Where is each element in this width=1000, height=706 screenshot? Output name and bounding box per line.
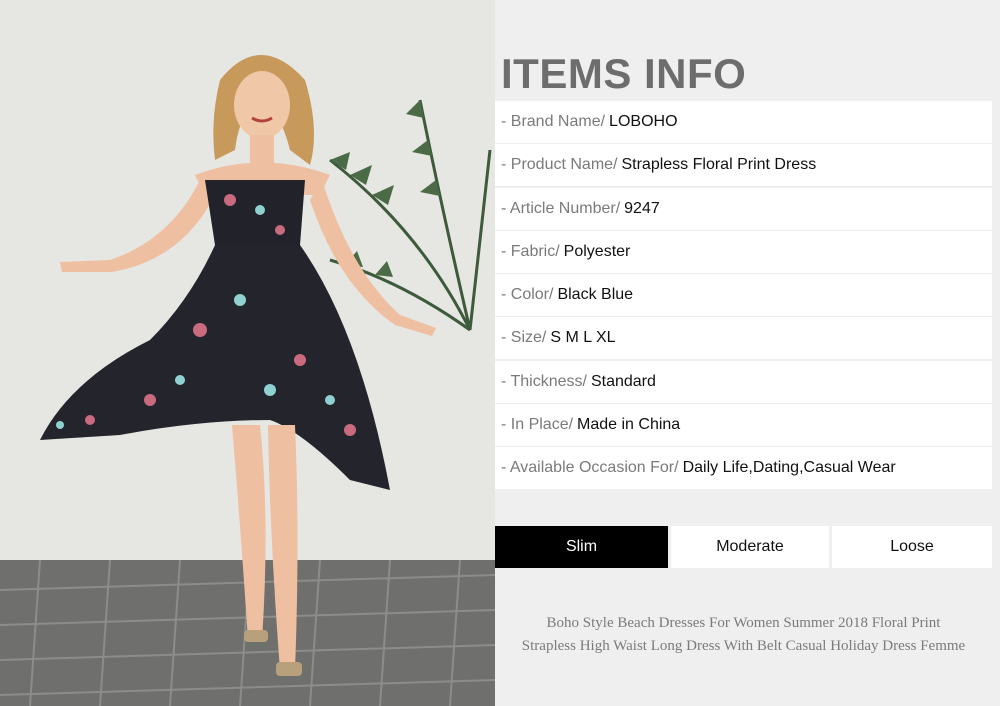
product-photo bbox=[0, 0, 495, 706]
fit-option-slim[interactable]: Slim bbox=[495, 526, 668, 568]
product-description: Boho Style Beach Dresses For Women Summe… bbox=[495, 612, 992, 658]
attributes-list: - Brand Name/LOBOHO - Product Name/Strap… bbox=[495, 101, 992, 491]
attribute-label: - Article Number/ bbox=[501, 199, 621, 217]
attribute-row: - Product Name/Strapless Floral Print Dr… bbox=[495, 144, 992, 187]
attribute-value: Made in China bbox=[577, 416, 681, 434]
attribute-row: - Color/Black Blue bbox=[495, 274, 992, 317]
attribute-value: Standard bbox=[590, 372, 656, 390]
attribute-value: Daily Life,Dating,Casual Wear bbox=[682, 459, 896, 477]
fit-option-loose[interactable]: Loose bbox=[832, 526, 992, 568]
attribute-value: LOBOHO bbox=[609, 113, 678, 130]
attribute-row: - In Place/Made in China bbox=[495, 404, 992, 447]
attribute-label: - In Place/ bbox=[501, 416, 574, 434]
description-line: Boho Style Beach Dresses For Women Summe… bbox=[546, 615, 941, 631]
model-illustration bbox=[0, 0, 495, 706]
fit-option-moderate[interactable]: Moderate bbox=[671, 526, 829, 568]
attribute-row: - Size/S M L XL bbox=[495, 317, 992, 360]
attribute-value: 9247 bbox=[624, 199, 660, 217]
attribute-value: Polyester bbox=[563, 242, 631, 260]
attribute-value: S M L XL bbox=[550, 329, 616, 347]
items-info-panel: ITEMS INFO - Brand Name/LOBOHO - Product… bbox=[495, 0, 1000, 706]
fit-selector: Slim Moderate Loose bbox=[495, 526, 992, 568]
attribute-label: - Thickness/ bbox=[501, 372, 587, 390]
attribute-label: - Available Occasion For/ bbox=[501, 459, 679, 477]
attribute-row: - Available Occasion For/Daily Life,Dati… bbox=[495, 447, 992, 490]
attribute-row: - Article Number/9247 bbox=[495, 187, 992, 230]
attribute-label: - Fabric/ bbox=[501, 242, 560, 260]
attribute-row: - Brand Name/LOBOHO bbox=[495, 101, 992, 143]
attribute-label: - Product Name/ bbox=[501, 156, 618, 174]
attribute-value: Strapless Floral Print Dress bbox=[621, 156, 817, 174]
attribute-label: - Brand Name/ bbox=[501, 113, 606, 130]
attribute-label: - Size/ bbox=[501, 329, 547, 347]
attribute-value: Black Blue bbox=[557, 286, 634, 304]
attribute-row: - Thickness/Standard bbox=[495, 360, 992, 403]
attribute-label: - Color/ bbox=[501, 286, 554, 304]
page-title: ITEMS INFO bbox=[501, 50, 747, 97]
description-line: Strapless High Waist Long Dress With Bel… bbox=[521, 638, 966, 654]
attribute-row: - Fabric/Polyester bbox=[495, 230, 992, 273]
